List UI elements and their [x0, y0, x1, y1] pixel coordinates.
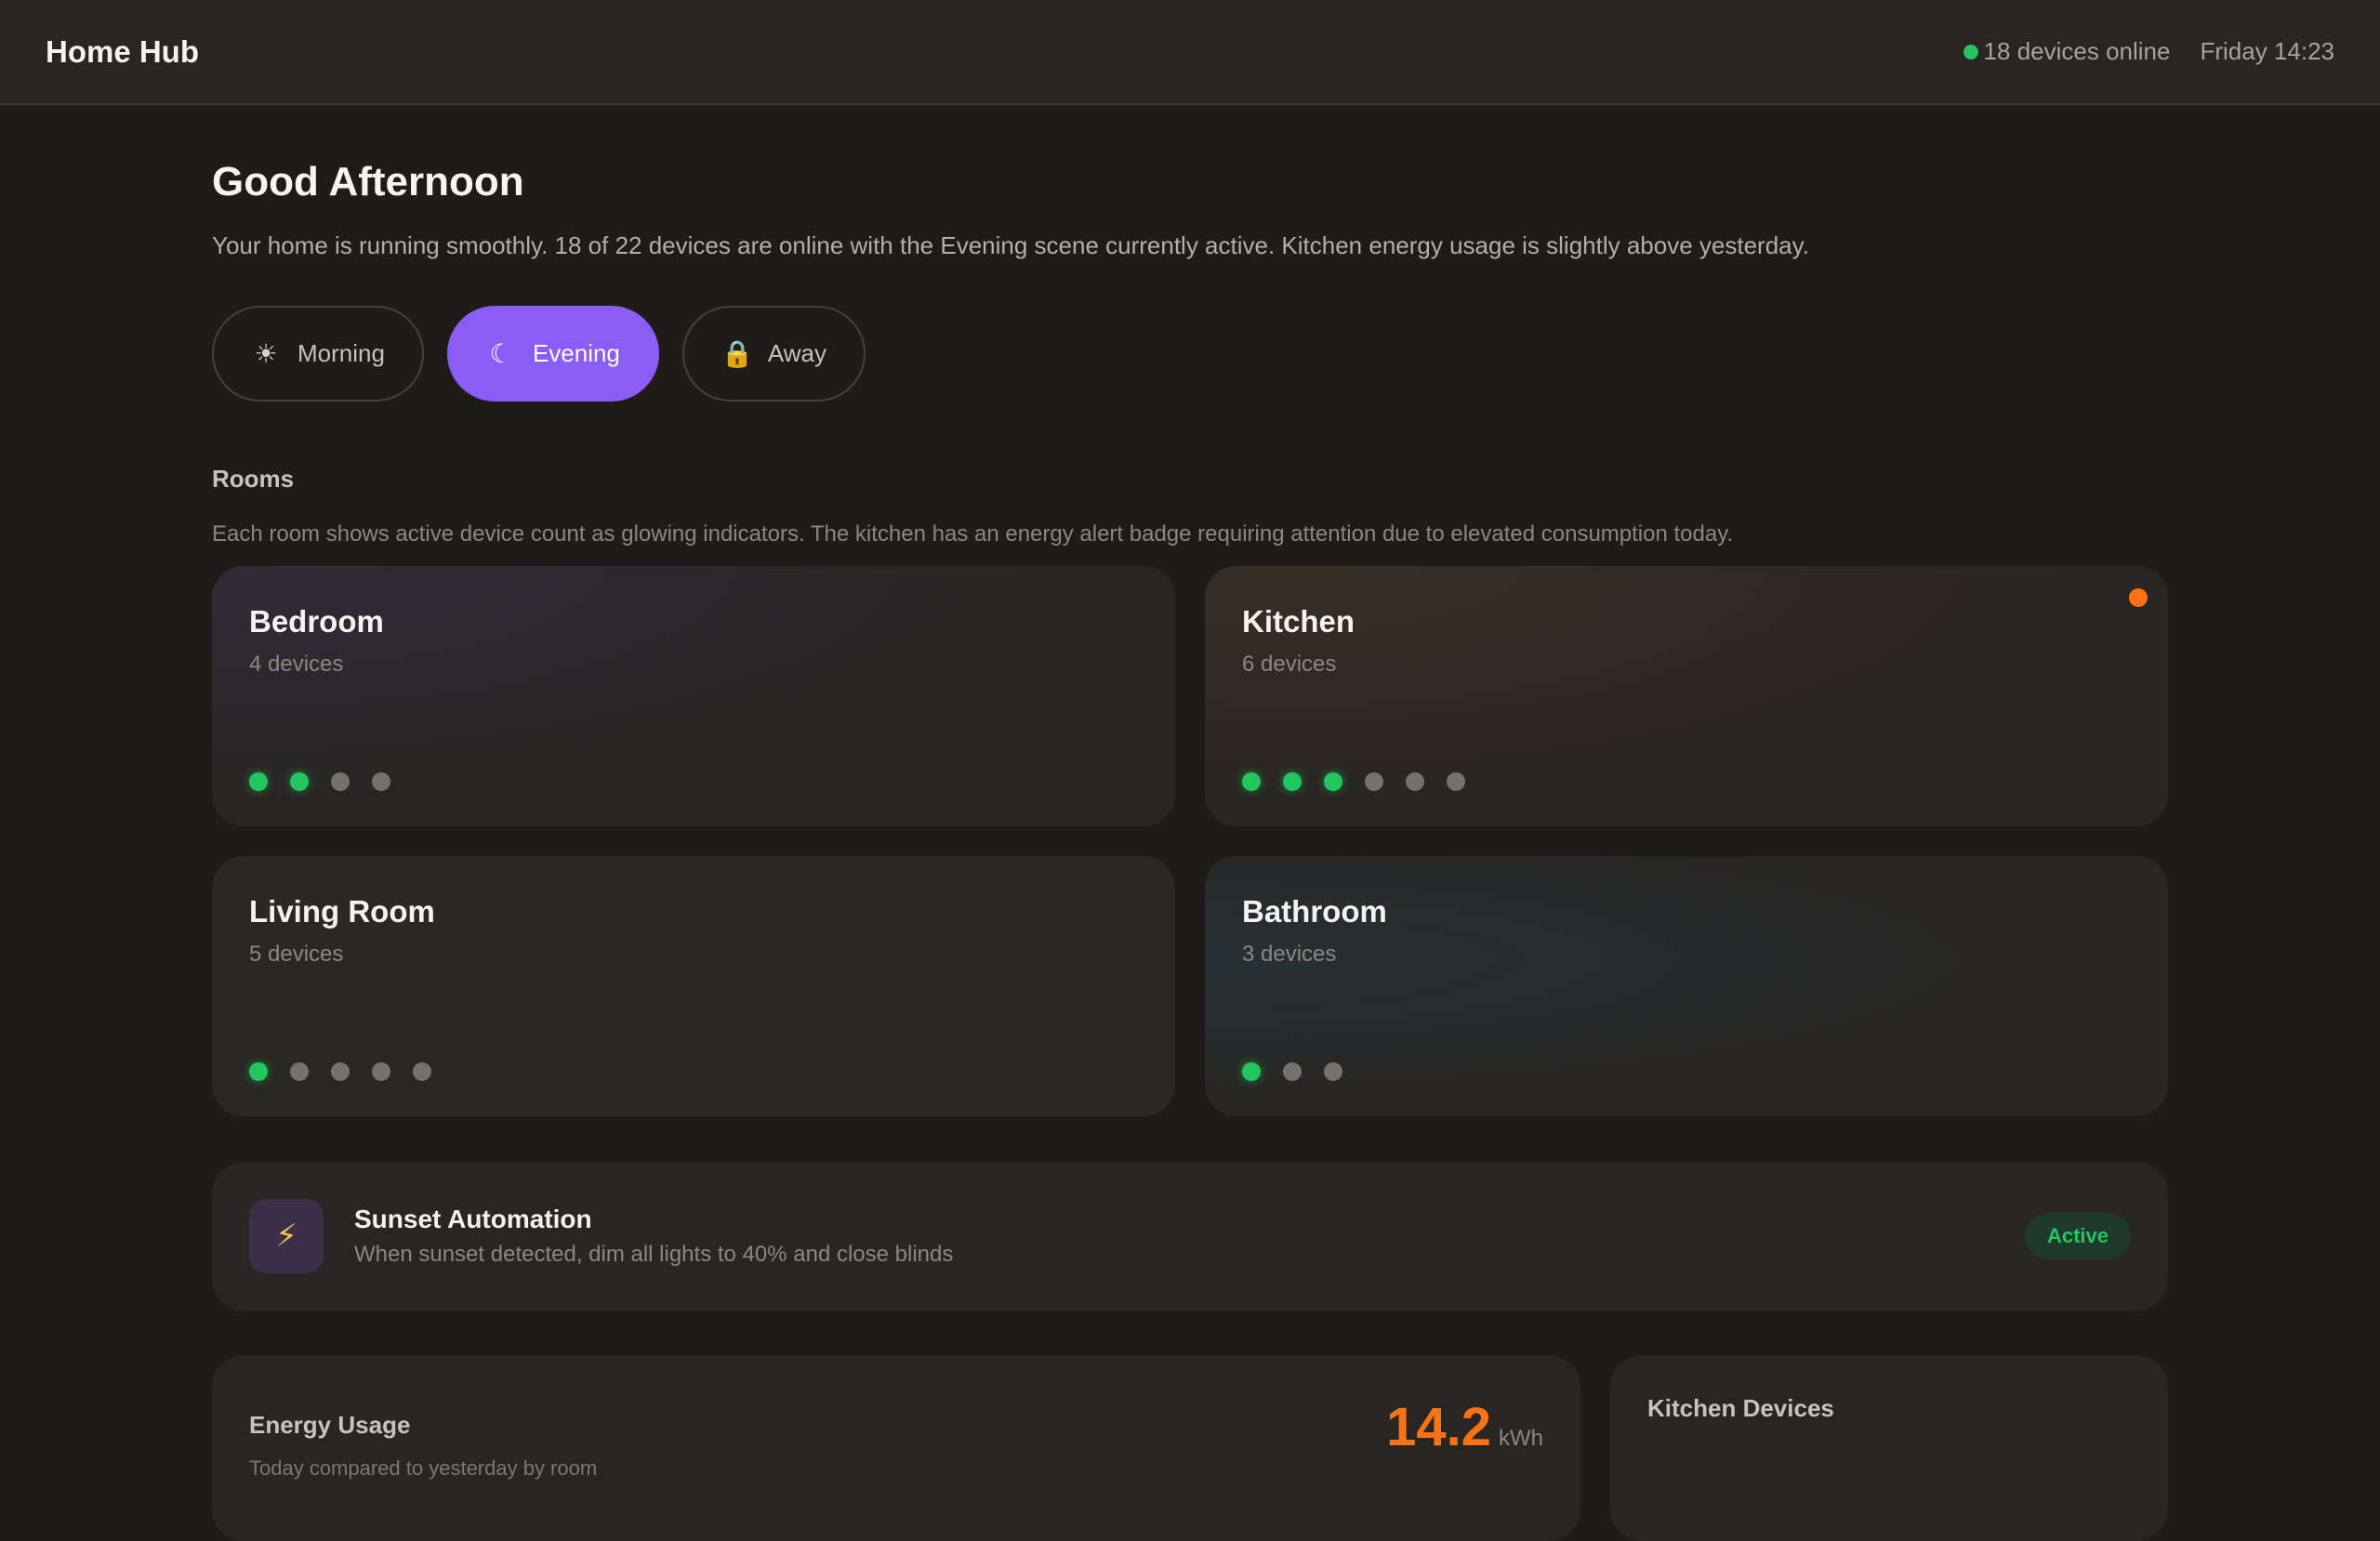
kitchen-devices-card[interactable]: Kitchen Devices: [1610, 1355, 2168, 1541]
scene-label: Morning: [298, 339, 385, 367]
status-badge[interactable]: Active: [2024, 1213, 2131, 1259]
bottom-row: Energy Usage Today compared to yesterday…: [212, 1355, 2168, 1541]
device-indicator-off: [1324, 1062, 1342, 1081]
top-bar: Home Hub 18 devices online Friday 14:23: [0, 0, 2380, 105]
automation-description: When sunset detected, dim all lights to …: [354, 1242, 954, 1267]
energy-value: 14.2: [1386, 1397, 1491, 1457]
room-name: Kitchen: [1242, 604, 1355, 639]
status-area: 18 devices online Friday 14:23: [1963, 37, 2334, 66]
energy-total: 14.2 kWh: [1386, 1396, 1543, 1458]
room-device-count: 5 devices: [249, 942, 344, 967]
scene-morning-button[interactable]: ☀ Morning: [212, 306, 424, 402]
device-indicator-on: [290, 772, 309, 791]
energy-unit: kWh: [1499, 1426, 1543, 1451]
automation-text: Sunset Automation When sunset detected, …: [354, 1205, 2025, 1268]
device-indicator-off: [331, 1062, 350, 1081]
page-title: Good Afternoon: [212, 159, 524, 204]
device-indicator-on: [249, 1062, 268, 1081]
rooms-heading: Rooms: [212, 465, 295, 493]
room-card-bathroom[interactable]: Bathroom 3 devices: [1205, 856, 2168, 1116]
room-device-count: 6 devices: [1242, 652, 1337, 677]
home-summary: Your home is running smoothly. 18 of 22 …: [212, 231, 1809, 259]
rooms-grid: Bedroom 4 devices Kitchen 6 devices Livi…: [212, 566, 2168, 1116]
device-indicator-off: [1447, 772, 1465, 791]
scene-away-button[interactable]: 🔒 Away: [681, 306, 866, 402]
device-indicators: [249, 1062, 431, 1081]
room-name: Living Room: [249, 894, 435, 929]
automation-title: Sunset Automation: [354, 1205, 592, 1233]
energy-usage-card[interactable]: Energy Usage Today compared to yesterday…: [212, 1355, 1580, 1541]
device-indicator-on: [1242, 772, 1261, 791]
room-name: Bathroom: [1242, 894, 1387, 929]
automation-card[interactable]: ⚡ Sunset Automation When sunset detected…: [212, 1162, 2168, 1311]
datetime: Friday 14:23: [2200, 37, 2334, 65]
online-indicator-icon: [1963, 44, 1978, 59]
device-indicator-off: [1406, 772, 1424, 791]
lock-icon: 🔒: [721, 339, 754, 368]
online-status: 18 devices online: [1963, 37, 2171, 66]
device-indicator-off: [331, 772, 350, 791]
device-indicator-off: [372, 1062, 390, 1081]
device-indicators: [1242, 1062, 1342, 1081]
device-indicator-on: [1283, 772, 1302, 791]
device-indicator-off: [1365, 772, 1383, 791]
device-indicators: [1242, 772, 1465, 791]
room-device-count: 4 devices: [249, 652, 344, 677]
room-card-bedroom[interactable]: Bedroom 4 devices: [212, 566, 1175, 826]
room-card-living-room[interactable]: Living Room 5 devices: [212, 856, 1175, 1116]
online-status-text: 18 devices online: [1983, 37, 2171, 65]
moon-icon: ☾: [489, 339, 513, 368]
device-indicator-off: [372, 772, 390, 791]
room-name: Bedroom: [249, 604, 384, 639]
rooms-description: Each room shows active device count as g…: [212, 521, 1734, 547]
energy-alert-badge: [2129, 588, 2148, 607]
device-indicator-off: [290, 1062, 309, 1081]
scene-label: Away: [767, 339, 827, 367]
energy-title: Energy Usage: [249, 1411, 411, 1439]
sun-icon: ☀: [254, 339, 278, 368]
device-indicators: [249, 772, 390, 791]
kitchen-devices-title: Kitchen Devices: [1647, 1394, 1834, 1422]
device-indicator-on: [249, 772, 268, 791]
device-indicator-off: [413, 1062, 431, 1081]
room-device-count: 3 devices: [1242, 942, 1337, 967]
energy-subtitle: Today compared to yesterday by room: [249, 1456, 598, 1480]
scene-selector: ☀ Morning ☾ Evening 🔒 Away: [212, 306, 2168, 402]
app-title: Home Hub: [46, 33, 199, 69]
device-indicator-on: [1324, 772, 1342, 791]
scene-label: Evening: [532, 339, 620, 367]
lightning-icon: ⚡: [249, 1199, 324, 1273]
room-card-kitchen[interactable]: Kitchen 6 devices: [1205, 566, 2168, 826]
device-indicator-on: [1242, 1062, 1261, 1081]
device-indicator-off: [1283, 1062, 1302, 1081]
main-content: Good Afternoon Your home is running smoo…: [212, 105, 2168, 1541]
scene-evening-button[interactable]: ☾ Evening: [446, 306, 659, 402]
